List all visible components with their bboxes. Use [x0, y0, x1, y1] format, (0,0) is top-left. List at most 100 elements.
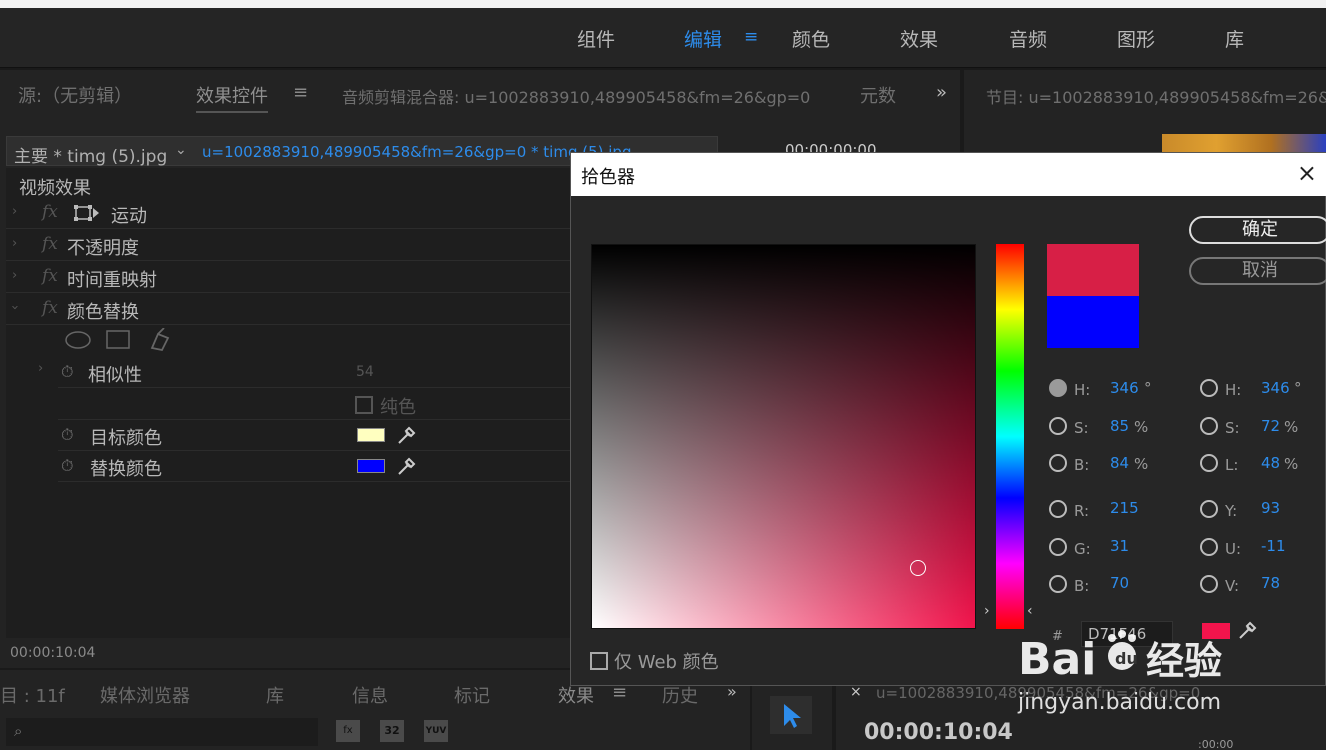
tab-markers[interactable]: 标记 [454, 682, 490, 708]
hsb-b-radio[interactable] [1049, 454, 1067, 472]
rgb-b-radio[interactable] [1049, 575, 1067, 593]
rgb-g-radio[interactable] [1049, 538, 1067, 556]
workspace-tab-editing[interactable]: 编辑 [684, 25, 722, 52]
yuv-u-radio[interactable] [1200, 538, 1218, 556]
property-row-similarity: › ⏱ 相似性 54 [38, 357, 570, 388]
panel-menu-icon[interactable]: ≡ [293, 82, 308, 103]
chevron-right-icon[interactable]: › [12, 268, 17, 283]
property-label: 目标颜色 [90, 428, 162, 449]
chevron-right-icon[interactable]: › [12, 236, 17, 251]
hue-slider-arrow-right-icon[interactable]: ‹ [1027, 603, 1033, 619]
workspace-tab-color[interactable]: 颜色 [792, 25, 830, 52]
fx-icon[interactable]: fx [42, 202, 58, 222]
close-icon[interactable]: × [850, 684, 862, 700]
32bit-effects-icon[interactable]: 32 [380, 720, 404, 742]
stopwatch-icon[interactable]: ⏱ [61, 362, 73, 382]
workspace-tab-assembly[interactable]: 组件 [577, 25, 615, 52]
tab-program[interactable]: 节目: u=1002883910,489905458&fm=26&gp= [986, 84, 1326, 108]
hsl-h-radio[interactable] [1200, 379, 1218, 397]
checkbox-box[interactable] [590, 652, 608, 670]
solid-color-checkbox[interactable] [355, 396, 373, 414]
rgb-g-value[interactable]: 31 [1110, 537, 1129, 555]
workspace-tab-audio[interactable]: 音频 [1009, 25, 1047, 52]
cancel-button[interactable]: 取消 [1189, 257, 1326, 285]
hsl-s-value[interactable]: 72 [1261, 417, 1280, 435]
replace-color-swatch[interactable] [357, 459, 385, 473]
chevron-down-icon[interactable]: ⌄ [175, 142, 187, 158]
effect-row-motion[interactable]: › fx 运动 [6, 198, 570, 229]
yuv-y-value[interactable]: 93 [1261, 499, 1280, 517]
chevron-right-icon[interactable]: › [38, 361, 43, 376]
hsb-h-value[interactable]: 346 [1110, 379, 1139, 397]
yuv-v-value[interactable]: 78 [1261, 574, 1280, 592]
solid-color-label: 纯色 [380, 397, 416, 418]
close-icon[interactable]: × [1297, 159, 1317, 187]
workspace-tab-graphics[interactable]: 图形 [1117, 25, 1155, 52]
fx-icon[interactable]: fx [42, 266, 58, 286]
effect-row-time-remap[interactable]: › fx 时间重映射 [6, 262, 570, 293]
property-row-target-color: ⏱ 目标颜色 [58, 420, 570, 451]
hsl-s-radio[interactable] [1200, 417, 1218, 435]
color-cursor[interactable] [910, 560, 926, 576]
ok-button[interactable]: 确定 [1189, 216, 1326, 244]
tab-media-browser[interactable]: 媒体浏览器 [100, 682, 190, 708]
original-color-swatch[interactable] [1047, 296, 1139, 348]
ellipse-mask-icon[interactable] [64, 328, 90, 350]
video-effects-heading: 视频效果 [19, 178, 91, 199]
transform-icon[interactable] [74, 204, 100, 222]
tab-overflow-icon[interactable]: » [936, 82, 947, 103]
tab-project[interactable]: 目 : 11f [0, 682, 65, 708]
yuv-v-radio[interactable] [1200, 575, 1218, 593]
dialog-title-bar: 拾色器 × [571, 153, 1326, 196]
tab-info[interactable]: 信息 [352, 682, 388, 708]
accelerated-effects-icon[interactable]: fx [336, 720, 360, 742]
hue-slider[interactable] [996, 244, 1024, 629]
tab-metadata[interactable]: 元数 [860, 82, 896, 108]
hsl-h-value[interactable]: 346 [1261, 379, 1290, 397]
rgb-r-value[interactable]: 215 [1110, 499, 1139, 517]
effect-row-opacity[interactable]: › fx 不透明度 [6, 230, 570, 261]
channel-label: B: [1074, 456, 1090, 474]
stopwatch-icon[interactable]: ⏱ [61, 425, 73, 445]
tab-audio-mixer[interactable]: 音频剪辑混合器: u=1002883910,489905458&fm=26&gp… [342, 84, 810, 108]
effect-row-color-replace[interactable]: › fx 颜色替换 [6, 294, 570, 325]
hsl-l-value[interactable]: 48 [1261, 454, 1280, 472]
fx-icon[interactable]: fx [42, 234, 58, 254]
workspace-tab-libraries[interactable]: 库 [1225, 25, 1244, 52]
eyedropper-icon[interactable] [396, 424, 418, 446]
workspace-tab-effects[interactable]: 效果 [900, 25, 938, 52]
hue-slider-arrow-left-icon[interactable]: › [984, 603, 990, 619]
target-color-swatch[interactable] [357, 428, 385, 442]
sequence-clip-label[interactable]: u=1002883910,489905458&fm=26&gp=0 * timg… [202, 143, 631, 161]
yuv-effects-icon[interactable]: YUV [424, 720, 448, 742]
chevron-right-icon[interactable]: › [12, 204, 17, 219]
hsl-l-radio[interactable] [1200, 454, 1218, 472]
channel-label: G: [1074, 540, 1091, 558]
hsb-h-radio[interactable] [1049, 379, 1067, 397]
hsb-s-radio[interactable] [1049, 417, 1067, 435]
master-clip-label[interactable]: 主要 * timg (5).jpg [14, 142, 167, 167]
web-colors-only-checkbox[interactable]: 仅 Web 颜色 [590, 648, 719, 674]
premiere-window: 组件 编辑 ≡ 颜色 效果 音频 图形 库 源:（无剪辑） 效果控件 ≡ 音频剪… [0, 0, 1326, 750]
tab-effect-controls[interactable]: 效果控件 [196, 82, 268, 113]
chevron-down-icon[interactable]: › [7, 305, 22, 310]
rgb-b-value[interactable]: 70 [1110, 574, 1129, 592]
workspace-menu-icon[interactable]: ≡ [744, 27, 758, 47]
fx-icon[interactable]: fx [42, 298, 58, 318]
eyedropper-icon[interactable] [396, 455, 418, 477]
tab-libraries[interactable]: 库 [266, 682, 284, 708]
rectangle-mask-icon[interactable] [106, 328, 130, 350]
hsb-s-value[interactable]: 85 [1110, 417, 1129, 435]
selection-tool-button[interactable] [770, 696, 812, 734]
hsb-b-value[interactable]: 84 [1110, 454, 1129, 472]
tab-source[interactable]: 源:（无剪辑） [18, 82, 132, 108]
rgb-r-radio[interactable] [1049, 500, 1067, 518]
similarity-value[interactable]: 54 [356, 364, 374, 380]
pen-mask-icon[interactable] [148, 328, 172, 352]
timeline-timecode[interactable]: 00:00:10:04 [864, 720, 1013, 745]
effects-search-input[interactable]: ⌕ [6, 718, 318, 746]
dialog-title: 拾色器 [581, 167, 635, 188]
yuv-u-value[interactable]: -11 [1261, 537, 1286, 555]
yuv-y-radio[interactable] [1200, 500, 1218, 518]
stopwatch-icon[interactable]: ⏱ [61, 456, 73, 476]
